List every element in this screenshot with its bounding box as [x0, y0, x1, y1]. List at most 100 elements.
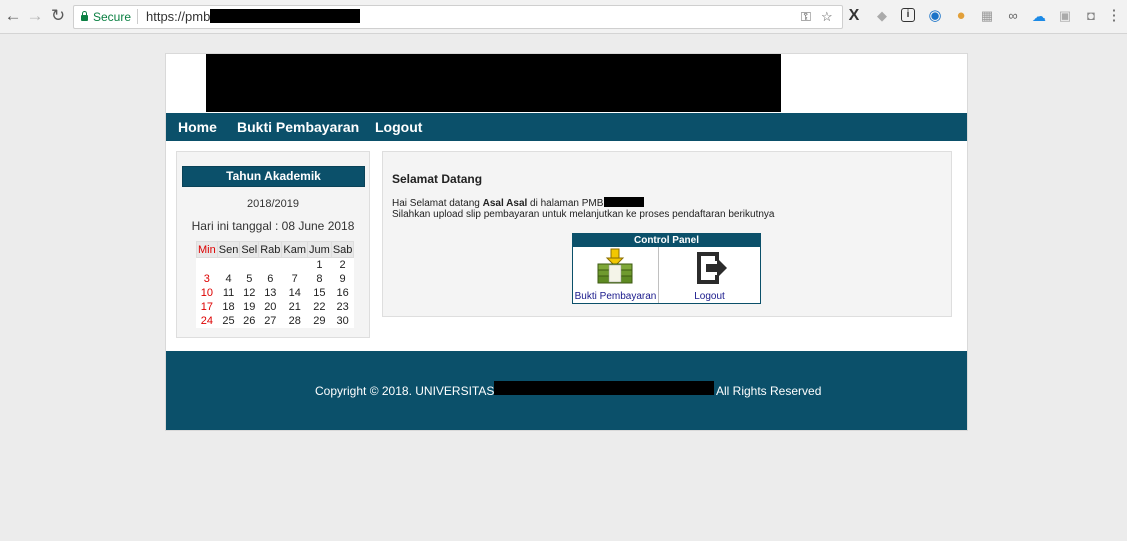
- calendar-day: [217, 258, 240, 273]
- grid-icon[interactable]: ▦: [979, 8, 995, 24]
- calendar-week: 1 2: [197, 258, 354, 273]
- academic-year-title: Tahun Akademik: [182, 166, 365, 187]
- nav-bukti-link[interactable]: Bukti Pembayaran: [237, 117, 359, 137]
- header-banner: [206, 54, 781, 112]
- redacted-pmb: [604, 197, 645, 207]
- logout-icon: [697, 252, 727, 284]
- calendar: Min Sen Sel Rab Kam Jum Sab 1 2 3 4 5 6 …: [196, 241, 355, 328]
- cloud-icon[interactable]: ☁: [1031, 8, 1047, 24]
- calendar-day: 29: [313, 315, 326, 327]
- calendar-header-row: Min Sen Sel Rab Kam Jum Sab: [196, 241, 355, 258]
- calendar-day: 2: [339, 259, 346, 271]
- calendar-day: 20: [264, 301, 277, 313]
- nav-logout-link[interactable]: Logout: [375, 117, 422, 137]
- control-panel-logout-label[interactable]: Logout: [659, 291, 760, 302]
- calendar-day: 17: [200, 301, 213, 313]
- calendar-day: [282, 258, 308, 273]
- info-icon[interactable]: i: [901, 8, 915, 22]
- cookie-icon[interactable]: ●: [953, 8, 969, 24]
- control-panel: Control Panel Bukti Pembayaran Logout: [572, 233, 761, 304]
- forward-icon[interactable]: →: [26, 6, 44, 26]
- kebab-menu-icon[interactable]: ⋮: [1106, 8, 1122, 24]
- address-bar[interactable]: Secure https://pmb. ⚿ ☆: [73, 5, 843, 29]
- link-icon[interactable]: ∞: [1005, 8, 1021, 24]
- copyright-text: Copyright © 2018. UNIVERSITAS: [315, 384, 495, 398]
- calendar-day: 7: [291, 273, 298, 285]
- calendar-day: 26: [243, 315, 256, 327]
- calendar-day: 1: [316, 259, 323, 271]
- browser-toolbar: ← → ↻ Secure https://pmb. ⚿ ☆ X ◆ i ◉ ● …: [0, 0, 1127, 34]
- key-icon[interactable]: ⚿: [801, 9, 811, 25]
- academic-year-panel: Tahun Akademik 2018/2019 Hari ini tangga…: [176, 151, 370, 338]
- calendar-day: [240, 258, 259, 273]
- calendar-day: 5: [246, 273, 253, 285]
- calendar-day-header: Min: [196, 241, 218, 258]
- calendar-day: 4: [225, 273, 232, 285]
- calendar-day: [197, 258, 218, 273]
- calendar-day: 10: [200, 287, 213, 299]
- calendar-day: [259, 258, 282, 273]
- upload-instruction: Silahkan upload slip pembayaran untuk me…: [392, 209, 775, 220]
- eye-icon[interactable]: ◉: [927, 8, 943, 24]
- calendar-day-header: Sel: [239, 241, 260, 258]
- calendar-day: 13: [264, 287, 277, 299]
- calendar-day: 3: [203, 273, 210, 285]
- nav-home-link[interactable]: Home: [178, 117, 217, 137]
- x-icon[interactable]: X: [846, 8, 862, 24]
- lock-icon: [81, 11, 88, 21]
- footer: Copyright © 2018. UNIVERSITAS All Rights…: [166, 351, 967, 430]
- reload-icon[interactable]: ↻: [49, 6, 67, 26]
- calendar-day: 19: [243, 301, 256, 313]
- calendar-day: 16: [336, 287, 349, 299]
- calendar-day: 22: [313, 301, 326, 313]
- calendar-day: 24: [200, 315, 213, 327]
- calendar-day-header: Kam: [281, 241, 309, 258]
- calendar-day: 14: [288, 287, 301, 299]
- calendar-week: 10 11 12 13 14 15 16: [197, 286, 354, 300]
- control-panel-bukti-button[interactable]: Bukti Pembayaran: [573, 247, 659, 303]
- calendar-day-header: Rab: [258, 241, 283, 258]
- calendar-day-header: Sen: [216, 241, 241, 258]
- save-icon[interactable]: ▣: [1057, 8, 1073, 24]
- academic-year-value: 2018/2019: [247, 198, 299, 210]
- calendar-day: 28: [288, 315, 301, 327]
- control-panel-logout-button[interactable]: Logout: [659, 247, 760, 303]
- calendar-day: 9: [339, 273, 346, 285]
- star-icon[interactable]: ☆: [821, 9, 833, 25]
- top-navigation: Home Bukti Pembayaran Logout: [166, 113, 967, 141]
- calendar-day: 12: [243, 287, 256, 299]
- calendar-day: 18: [222, 301, 235, 313]
- money-stack-icon: [597, 248, 633, 284]
- welcome-title: Selamat Datang: [392, 172, 483, 186]
- gray-icon[interactable]: ◘: [1083, 8, 1099, 24]
- calendar-day: 11: [222, 287, 235, 299]
- calendar-day-header: Jum: [307, 241, 332, 258]
- calendar-week: 17 18 19 20 21 22 23: [197, 300, 354, 314]
- calendar-day: 23: [336, 301, 349, 313]
- secure-indicator[interactable]: Secure: [81, 9, 131, 25]
- welcome-message: Hai Selamat datang Asal Asal di halaman …: [392, 197, 645, 209]
- calendar-day: 25: [222, 315, 235, 327]
- calendar-day: 8: [316, 273, 323, 285]
- calendar-day: 30: [336, 315, 349, 327]
- control-panel-bukti-label[interactable]: Bukti Pembayaran: [573, 291, 658, 302]
- calendar-day-header: Sab: [330, 241, 355, 258]
- user-name: Asal Asal: [482, 198, 528, 209]
- calendar-day: 27: [264, 315, 277, 327]
- calendar-day: 6: [267, 273, 274, 285]
- rights-text: All Rights Reserved: [716, 384, 822, 398]
- redacted-university-name: [494, 381, 714, 395]
- welcome-panel: Selamat Datang Hai Selamat datang Asal A…: [382, 151, 952, 317]
- calendar-week: 3 4 5 6 7 8 9: [197, 272, 354, 286]
- calendar-day: 15: [313, 287, 326, 299]
- back-icon[interactable]: ←: [4, 6, 22, 26]
- url-text[interactable]: https://pmb.: [146, 9, 214, 25]
- control-panel-title: Control Panel: [573, 234, 760, 247]
- page-container: Home Bukti Pembayaran Logout Tahun Akade…: [165, 53, 968, 431]
- puzzle-icon[interactable]: ◆: [874, 8, 890, 24]
- redacted-url: [210, 9, 360, 23]
- calendar-week: 24 25 26 27 28 29 30: [197, 314, 354, 328]
- address-separator: [137, 9, 138, 24]
- calendar-day: 21: [288, 301, 301, 313]
- today-date: Hari ini tanggal : 08 June 2018: [191, 219, 355, 233]
